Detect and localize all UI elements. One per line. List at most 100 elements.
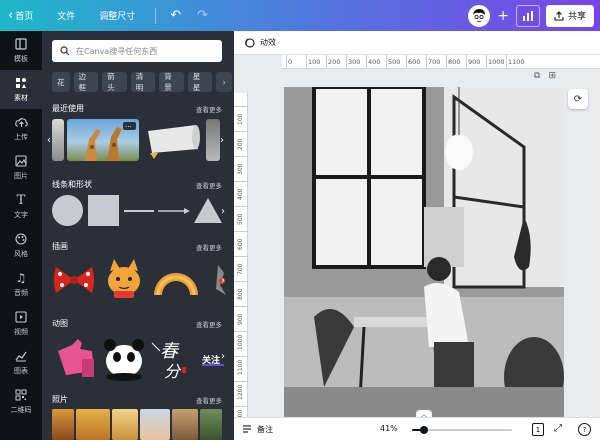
chip-background[interactable]: 背景 — [159, 72, 184, 92]
design-canvas[interactable] — [284, 87, 564, 417]
ruler-tick — [346, 55, 347, 69]
redo-icon[interactable]: ↷ — [189, 0, 216, 31]
add-collaborator-icon[interactable]: + — [494, 0, 516, 31]
see-all-link[interactable]: 查看更多 — [196, 395, 222, 405]
ruler-label: 800 — [448, 58, 461, 66]
paper-roll-image — [148, 125, 200, 159]
see-all-link[interactable]: 查看更多 — [196, 242, 222, 252]
ruler-label: 300 — [237, 163, 244, 175]
ruler-label: 100 — [308, 58, 321, 66]
see-all-link[interactable]: 查看更多 — [196, 180, 222, 190]
back-chevron-icon[interactable]: ‹ — [0, 0, 15, 31]
rail-label: 图片 — [14, 172, 28, 180]
bow-illustration — [54, 267, 94, 293]
giraffe-thumb[interactable]: ··· — [67, 119, 139, 161]
notes-button[interactable]: 备注 — [234, 424, 273, 435]
ruler-label: 800 — [237, 288, 244, 300]
chunfen-calligraphy-animation: 春 分 — [151, 341, 186, 381]
share-button[interactable]: 共享 — [545, 4, 594, 27]
arrow-line-shape[interactable] — [158, 206, 190, 216]
elements-panel: 花 边框 箭头 清明 背景 星星 › 最近使用 查看更多 ··· — [42, 31, 234, 440]
chip-flower[interactable]: 花 — [52, 72, 70, 92]
avatar[interactable] — [468, 4, 491, 27]
insights-icon[interactable] — [515, 4, 540, 27]
add-page-icon[interactable]: ⊞ — [548, 71, 556, 81]
chip-qingming[interactable]: 清明 — [130, 72, 156, 92]
rail-item-photos[interactable]: 图片 — [0, 148, 42, 187]
ruler-label: 600 — [408, 58, 421, 66]
resize-button[interactable]: 调整尺寸 — [91, 0, 149, 31]
scroll-left-icon[interactable]: ‹ — [42, 133, 56, 147]
photo-thumb[interactable] — [200, 409, 222, 440]
ruler-tick — [234, 331, 248, 332]
upload-icon — [14, 115, 28, 129]
circle-shape[interactable] — [52, 195, 83, 226]
photo-thumb[interactable] — [76, 409, 110, 440]
scroll-right-icon[interactable]: › — [216, 349, 230, 363]
ruler-tick — [506, 55, 507, 69]
rail-label: 二维码 — [10, 406, 32, 414]
see-all-link[interactable]: 查看更多 — [196, 104, 222, 114]
photo-thumb[interactable] — [52, 409, 74, 440]
zoom-value[interactable]: 41% — [380, 424, 398, 433]
file-menu[interactable]: 文件 — [49, 0, 91, 31]
rail-item-styles[interactable]: 风格 — [0, 226, 42, 265]
chip-border[interactable]: 边框 — [73, 72, 99, 92]
zoom-slider[interactable] — [412, 426, 512, 434]
ruler-tick — [486, 55, 487, 69]
square-shape[interactable] — [88, 195, 119, 226]
rail-label: 图表 — [14, 367, 28, 375]
section-title: 插画 — [52, 242, 68, 251]
photo-thumb[interactable] — [112, 409, 138, 440]
hand-animation — [58, 339, 94, 377]
undo-icon[interactable]: ↶ — [162, 0, 189, 31]
photo-thumb[interactable] — [172, 409, 198, 440]
ruler-label: 600 — [237, 238, 244, 250]
fullscreen-icon[interactable]: ⤢ — [554, 423, 562, 434]
ruler-corner — [234, 55, 282, 69]
refresh-icon[interactable]: ⟳ — [568, 89, 588, 109]
paper-roll-thumb[interactable] — [144, 119, 202, 161]
scroll-right-icon[interactable]: › — [216, 273, 230, 287]
ruler-label: 300 — [348, 58, 361, 66]
template-icon — [14, 37, 28, 51]
rail-item-templates[interactable]: 模板 — [0, 31, 42, 70]
recent-header: 最近使用 查看更多 — [52, 103, 222, 114]
ruler-tick — [234, 131, 248, 132]
see-all-link[interactable]: 查看更多 — [196, 319, 222, 329]
page-count-button[interactable]: 1 — [532, 423, 544, 436]
rail-item-text[interactable]: T 文字 — [0, 187, 42, 226]
rail-item-charts[interactable]: 图表 — [0, 343, 42, 382]
photo-thumb[interactable] — [140, 409, 170, 440]
scroll-right-icon[interactable]: › — [216, 204, 230, 218]
ruler-tick — [234, 306, 248, 307]
ruler-tick — [234, 381, 248, 382]
duplicate-page-icon[interactable]: ⧉ — [534, 71, 540, 81]
rail-item-video[interactable]: 视频 — [0, 304, 42, 343]
ruler-tick — [234, 356, 248, 357]
ruler-tick — [306, 55, 307, 69]
search-icon — [60, 46, 70, 56]
scroll-right-icon[interactable]: › — [215, 133, 229, 147]
ruler-label: 1000 — [237, 334, 244, 350]
rail-item-elements[interactable]: 素材 — [0, 70, 42, 109]
search-input[interactable] — [76, 46, 216, 56]
video-icon — [14, 310, 28, 324]
rail-item-audio[interactable]: ♫ 音频 — [0, 265, 42, 304]
chip-arrow[interactable]: 箭头 — [102, 72, 127, 92]
ruler-label: 700 — [428, 58, 441, 66]
help-icon[interactable]: ? — [578, 423, 591, 436]
search-box[interactable] — [52, 40, 222, 62]
home-button[interactable]: 首页 — [15, 0, 49, 31]
rail-item-upload[interactable]: 上传 — [0, 109, 42, 148]
line-shape[interactable] — [124, 210, 154, 212]
top-bar: ‹ 首页 文件 调整尺寸 ↶ ↷ + 共享 — [0, 0, 600, 31]
animate-button[interactable]: 动效 — [260, 37, 276, 48]
rail-item-qrcode[interactable]: 二维码 — [0, 382, 42, 421]
zoom-slider-knob[interactable] — [420, 426, 429, 434]
horizontal-ruler: 0 100 200 300 400 500 600 700 800 900 1000 1100 — [282, 55, 600, 69]
chips-next-icon[interactable]: › — [216, 72, 233, 92]
shapes-row: › — [52, 195, 225, 227]
chip-star[interactable]: 星星 — [187, 72, 213, 92]
ruler-label: 900 — [468, 58, 481, 66]
